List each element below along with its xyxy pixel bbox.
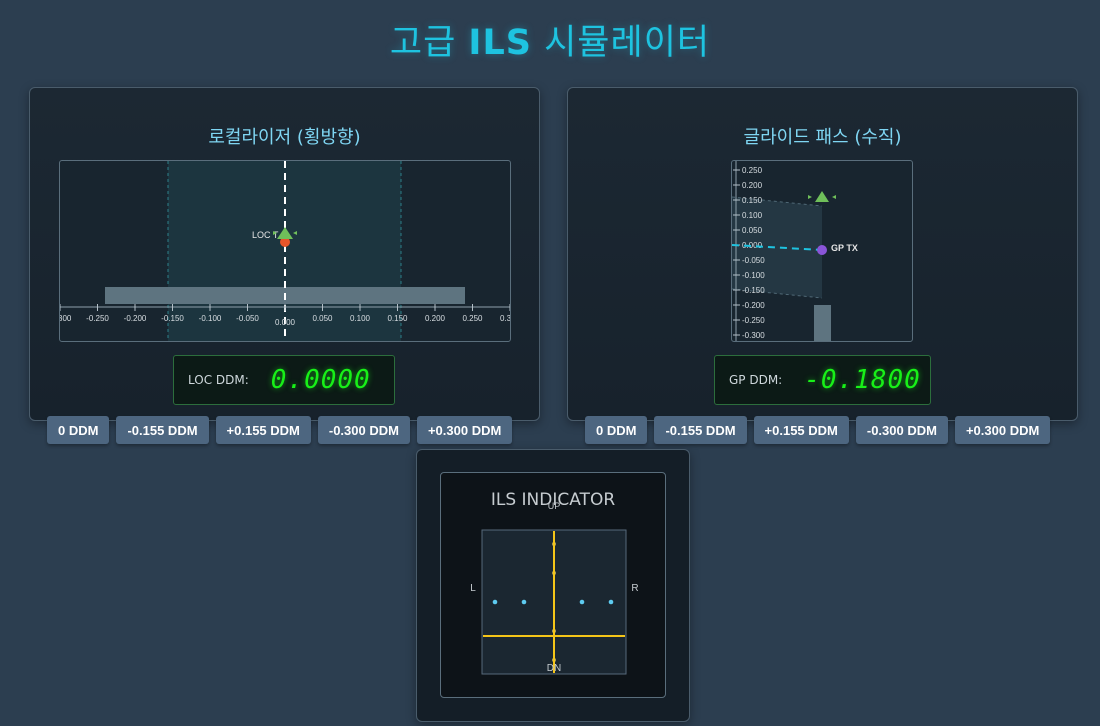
loc-ddm-label: LOC DDM:: [188, 373, 249, 387]
loc-minus-0155-ddm-button[interactable]: -0.155 DDM: [116, 416, 209, 444]
loc-tick-label: 0.050: [312, 314, 333, 323]
loc-tick-label: 0.250: [462, 314, 483, 323]
localizer-title: 로컬라이저 (횡방향): [208, 127, 361, 148]
loc-tick-label: 0.000: [275, 318, 296, 327]
gp-ddm-display: GP DDM: -0.1800: [714, 355, 931, 405]
loc-tick-label: -0.150: [161, 314, 184, 323]
indicator-dot-l2: [492, 599, 498, 605]
gp-transmitter-label: GP TX: [831, 243, 858, 253]
loc-ddm-display: LOC DDM: 0.0000: [173, 355, 395, 405]
gp-tick-label: 0.150: [742, 196, 763, 205]
gp-aircraft-icon: [815, 191, 829, 202]
gp-tick-label: -0.300: [742, 331, 765, 340]
glidepath-svg: 0.2500.2000.1500.1000.0500.000-0.050-0.1…: [732, 161, 858, 341]
glidepath-panel: 글라이드 패스 (수직) 0.250 0.200 0.150 0.100 0.050 0.…: [567, 87, 1078, 421]
localizer-button-row: 0 DDM -0.155 DDM +0.155 DDM -0.300 DDM +…: [47, 416, 513, 444]
loc-tick-label: 0.100: [350, 314, 371, 323]
gp-tick-label: -0.250: [742, 316, 765, 325]
gp-runway: [814, 305, 831, 341]
gp-tick-label: -0.100: [742, 271, 765, 280]
gp-0-ddm-button[interactable]: 0 DDM: [585, 416, 648, 444]
gp-tick-label: -0.200: [742, 301, 765, 310]
gp-tick-label: 0.050: [742, 226, 763, 235]
localizer-panel: 로컬라이저 (횡방향) -0.300 -0.250 -0.200 -0.150 -0.1…: [29, 87, 540, 421]
indicator-up-label: UP: [548, 501, 561, 511]
loc-transmitter-label: LOC T: [252, 230, 279, 240]
glidepath-title: 글라이드 패스 (수직): [743, 127, 902, 148]
loc-minus-0300-ddm-button[interactable]: -0.300 DDM: [317, 416, 410, 444]
gp-tick-label: 0.100: [742, 211, 763, 220]
gp-ddm-label: GP DDM:: [729, 373, 783, 387]
gp-minus-0155-ddm-button[interactable]: -0.155 DDM: [654, 416, 747, 444]
ils-indicator-svg: UP DN L R: [470, 501, 639, 675]
gp-tick-label: 0.200: [742, 181, 763, 190]
loc-tick-label: 0.300: [500, 314, 510, 323]
indicator-dot-r1: [579, 599, 585, 605]
gp-plus-0155-ddm-button[interactable]: +0.155 DDM: [753, 416, 849, 444]
loc-tick-label: -0.300: [60, 314, 72, 323]
ils-indicator-panel: ILS INDICATOR UP DN L R: [416, 449, 690, 722]
loc-plus-0155-ddm-button[interactable]: +0.155 DDM: [215, 416, 311, 444]
loc-tick-label: 0.150: [387, 314, 408, 323]
indicator-dot-l1: [521, 599, 527, 605]
glidepath-button-row: 0 DDM -0.155 DDM +0.155 DDM -0.300 DDM +…: [585, 416, 1051, 444]
glidepath-display: 0.250 0.200 0.150 0.100 0.050 0.000 -0.050 -0.1…: [731, 160, 913, 342]
gp-aircraft-wing-left: [808, 195, 812, 199]
gp-ddm-value: -0.1800: [804, 365, 921, 395]
page-title: 고급 ILS 시뮬레이터: [0, 14, 1100, 65]
title-prefix: 고급: [389, 23, 457, 63]
ils-indicator-frame: ILS INDICATOR UP DN L R: [440, 472, 666, 698]
loc-tick-label: -0.050: [236, 314, 259, 323]
indicator-right-label: R: [631, 583, 638, 594]
loc-tick-label: 0.200: [425, 314, 446, 323]
gp-tick-label: 0.250: [742, 166, 763, 175]
loc-0-ddm-button[interactable]: 0 DDM: [47, 416, 110, 444]
loc-tick-label: -0.200: [124, 314, 147, 323]
loc-tick-label: -0.100: [199, 314, 222, 323]
title-bold: ILS: [468, 23, 532, 63]
gp-tick-label: -0.150: [742, 286, 765, 295]
gp-tick-label: -0.050: [742, 256, 765, 265]
gp-transmitter-icon: [817, 245, 827, 255]
localizer-svg: -0.300 -0.250 -0.200 -0.150 -0.100 -0.050 0.00…: [60, 161, 510, 341]
loc-tick-label: -0.250: [86, 314, 109, 323]
indicator-down-label: DN: [547, 663, 561, 674]
gp-plus-0300-ddm-button[interactable]: +0.300 DDM: [954, 416, 1051, 444]
gp-minus-0300-ddm-button[interactable]: -0.300 DDM: [855, 416, 948, 444]
localizer-display: -0.300 -0.250 -0.200 -0.150 -0.100 -0.050 0.00…: [59, 160, 511, 342]
loc-ddm-value: 0.0000: [270, 365, 371, 395]
loc-plus-0300-ddm-button[interactable]: +0.300 DDM: [416, 416, 513, 444]
indicator-left-label: L: [470, 583, 476, 594]
gp-aircraft-wing-right: [832, 195, 836, 199]
indicator-dot-r2: [608, 599, 614, 605]
title-suffix: 시뮬레이터: [544, 23, 711, 63]
